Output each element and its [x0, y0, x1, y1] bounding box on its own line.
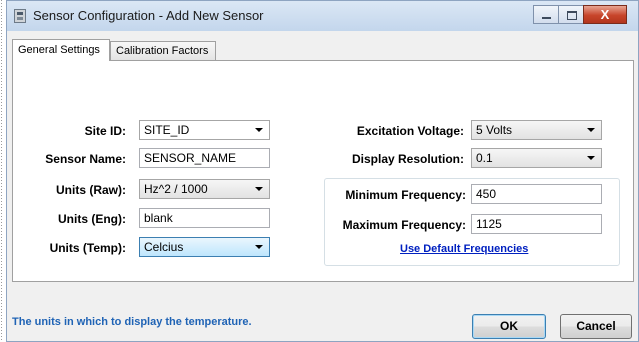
units-raw-select[interactable]: Hz^2 / 1000 [139, 179, 270, 199]
chevron-down-icon[interactable] [255, 187, 263, 191]
minimize-button[interactable] [533, 5, 559, 24]
display-resolution-label: Display Resolution: [351, 152, 464, 166]
min-frequency-field[interactable]: 450 [471, 184, 602, 204]
units-eng-label: Units (Eng): [58, 212, 126, 226]
tab-general-settings[interactable]: General Settings [12, 39, 110, 61]
app-icon [14, 9, 26, 23]
display-resolution-select[interactable]: 0.1 [471, 148, 602, 168]
max-frequency-label: Maximum Frequency: [342, 218, 466, 232]
units-temp-value: Celcius [144, 240, 184, 254]
units-temp-select[interactable]: Celcius [139, 237, 270, 257]
cancel-button[interactable]: Cancel [560, 314, 632, 339]
units-eng-field[interactable]: blank [139, 208, 270, 228]
excitation-voltage-value: 5 Volts [476, 123, 513, 137]
sensor-name-label: Sensor Name: [45, 152, 126, 166]
title-bar[interactable]: Sensor Configuration - Add New Sensor X [7, 1, 638, 31]
tab-calibration-factors[interactable]: Calibration Factors [110, 41, 216, 60]
excitation-voltage-select[interactable]: 5 Volts [471, 120, 602, 140]
status-hint: The units in which to display the temper… [12, 316, 252, 328]
site-id-value: SITE_ID [144, 123, 190, 137]
units-temp-label: Units (Temp): [49, 241, 126, 255]
chevron-down-icon[interactable] [255, 245, 263, 249]
close-button[interactable]: X [583, 5, 627, 24]
general-settings-panel: Site ID: SITE_ID Sensor Name: SENSOR_NAM… [12, 60, 634, 282]
site-id-label: Site ID: [84, 124, 126, 138]
sensor-name-field[interactable]: SENSOR_NAME [139, 148, 270, 168]
chevron-down-icon[interactable] [587, 156, 595, 160]
caption-buttons: X [533, 5, 627, 25]
ok-button[interactable]: OK [472, 314, 546, 339]
min-frequency-label: Minimum Frequency: [345, 188, 466, 202]
chevron-down-icon[interactable] [587, 128, 595, 132]
use-default-frequencies-link[interactable]: Use Default Frequencies [400, 243, 528, 255]
display-resolution-value: 0.1 [476, 151, 493, 165]
excitation-voltage-label: Excitation Voltage: [356, 124, 464, 138]
maximize-button[interactable] [558, 5, 584, 24]
window-title: Sensor Configuration - Add New Sensor [33, 8, 264, 23]
units-raw-value: Hz^2 / 1000 [144, 182, 208, 196]
site-id-combo[interactable]: SITE_ID [139, 120, 270, 140]
max-frequency-field[interactable]: 1125 [471, 214, 602, 234]
units-raw-label: Units (Raw): [56, 183, 126, 197]
dialog-window: Sensor Configuration - Add New Sensor X … [6, 0, 639, 342]
chevron-down-icon[interactable] [255, 128, 263, 132]
